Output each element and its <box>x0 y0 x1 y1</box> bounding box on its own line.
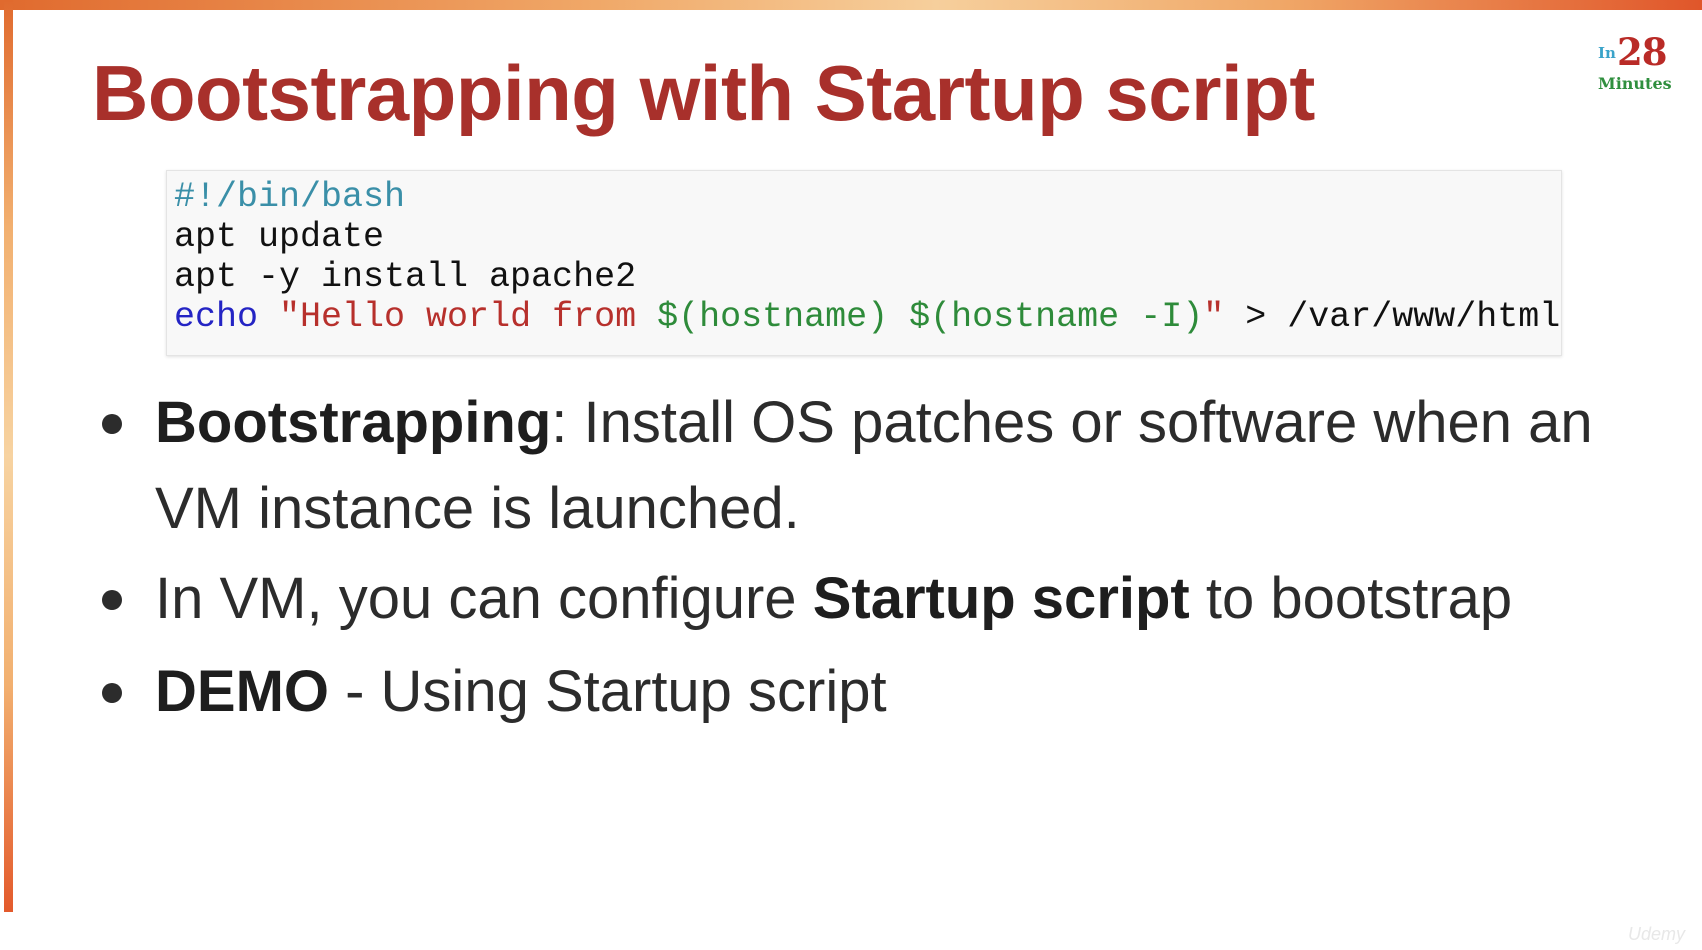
code-string-space <box>888 297 909 337</box>
bullet-bold: Bootstrapping <box>155 390 552 455</box>
code-block: #!/bin/bash apt update apt -y install ap… <box>166 170 1562 356</box>
code-string-open: "Hello world from <box>279 297 658 337</box>
bullet-bold: Startup script <box>812 566 1190 631</box>
code-echo-keyword: echo <box>174 297 259 337</box>
code-line-4: echo "Hello world from $(hostname) $(hos… <box>174 297 1561 337</box>
logo-number-text: 28 <box>1617 30 1667 74</box>
udemy-watermark: Udemy <box>1628 924 1686 944</box>
bullet-rest: - Using Startup script <box>329 659 887 724</box>
code-redirect: > /var/www/html/index.html <box>1245 297 1561 337</box>
bullet-dot <box>102 590 122 610</box>
logo-in-text: In <box>1598 44 1616 62</box>
slide-title: Bootstrapping with Startup script <box>92 49 1315 137</box>
code-line-3: apt -y install apache2 <box>174 257 637 297</box>
bullet-text: DEMO - Using Startup script <box>155 649 1690 735</box>
bullet-dot <box>102 414 122 434</box>
bullet-text: In VM, you can configure Startup script … <box>155 556 1690 642</box>
left-accent-bar <box>4 0 13 912</box>
bullet-dot <box>102 683 122 703</box>
code-hostname-var: $(hostname) <box>657 297 889 337</box>
code-line-1: #!/bin/bash <box>174 177 405 217</box>
bullet-text: Bootstrapping: Install OS patches or sof… <box>155 380 1690 552</box>
code-string-close: " <box>1203 297 1225 337</box>
code-shebang: #!/bin/bash <box>174 177 406 217</box>
top-accent-bar <box>0 0 1702 10</box>
in28minutes-logo: In 28 Minutes <box>1592 30 1692 100</box>
bullet-pre: In VM, you can configure <box>155 566 813 631</box>
code-line-2: apt update <box>174 217 385 257</box>
bullet-bold: DEMO <box>155 659 329 724</box>
logo-minutes-text: Minutes <box>1598 74 1672 93</box>
bullet-post: to bootstrap <box>1189 566 1513 631</box>
code-hostname-ip-var: $(hostname -I) <box>909 297 1204 337</box>
